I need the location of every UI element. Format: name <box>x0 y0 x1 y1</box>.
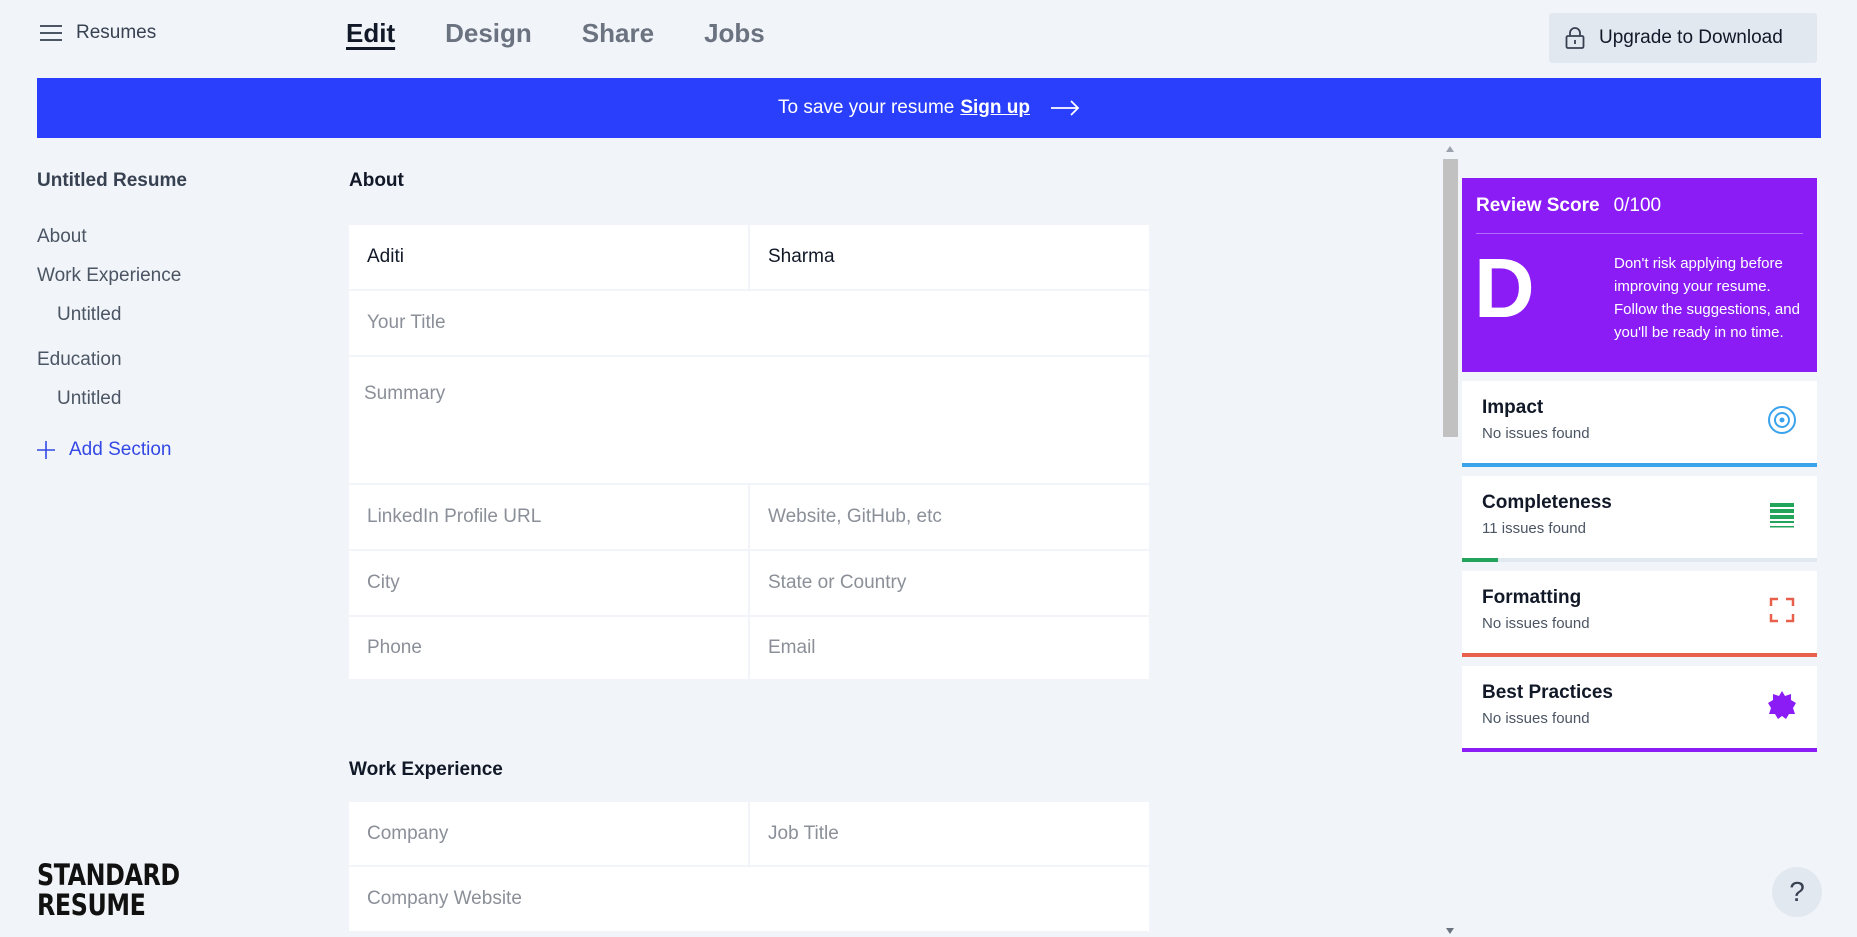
tab-share[interactable]: Share <box>582 18 654 49</box>
progress-fill <box>1462 653 1817 657</box>
website-field[interactable]: Website, GitHub, etc <box>748 485 1149 549</box>
section-nav: Untitled Resume About Work Experience Un… <box>37 170 297 461</box>
tab-edit[interactable]: Edit <box>346 18 395 49</box>
main-tabs: Edit Design Share Jobs <box>346 18 765 49</box>
editor-scrollbar[interactable] <box>1441 143 1459 937</box>
list-icon <box>1770 503 1794 528</box>
banner-text: To save your resume <box>777 97 955 118</box>
about-fields: Aditi Sharma Your Title Summary LinkedIn… <box>349 225 1149 681</box>
lock-icon <box>1565 27 1585 49</box>
review-score-card: Review Score 0/100 D Don't risk applying… <box>1462 178 1817 372</box>
upgrade-to-download-button[interactable]: Upgrade to Download <box>1549 13 1817 63</box>
review-panel: Review Score 0/100 D Don't risk applying… <box>1462 178 1817 752</box>
first-name-field[interactable]: Aditi <box>349 225 748 289</box>
email-field[interactable]: Email <box>748 617 1149 679</box>
job-title-field[interactable]: Job Title <box>748 802 1149 865</box>
best-practices-progress-bar <box>1462 748 1817 752</box>
completeness-progress-bar <box>1462 558 1817 562</box>
nav-item-work-untitled[interactable]: Untitled <box>37 302 297 347</box>
scroll-down-icon[interactable] <box>1446 928 1454 934</box>
progress-fill <box>1462 463 1817 467</box>
add-section-label: Add Section <box>69 439 172 460</box>
upgrade-label: Upgrade to Download <box>1599 27 1783 48</box>
review-score-label: Review Score <box>1476 194 1600 216</box>
help-button[interactable]: ? <box>1772 867 1822 917</box>
top-bar: Resumes Edit Design Share Jobs Upgrade t… <box>0 0 1857 76</box>
summary-field[interactable]: Summary <box>349 357 1149 483</box>
city-field[interactable]: City <box>349 551 748 615</box>
review-message: Don't risk applying before improving you… <box>1614 255 1800 341</box>
hamburger-icon <box>40 25 62 41</box>
metric-impact[interactable]: Impact No issues found <box>1462 381 1817 467</box>
company-website-field[interactable]: Company Website <box>349 867 1149 931</box>
arrow-right-icon[interactable] <box>1050 100 1080 116</box>
work-experience-heading: Work Experience <box>349 759 503 780</box>
nav-item-work-experience[interactable]: Work Experience <box>37 263 297 302</box>
target-icon <box>1768 406 1796 434</box>
review-score-value: 0/100 <box>1613 194 1662 216</box>
signup-link[interactable]: Sign up <box>960 97 1030 119</box>
title-field[interactable]: Your Title <box>349 291 1149 355</box>
last-name-field[interactable]: Sharma <box>748 225 1149 289</box>
state-field[interactable]: State or Country <box>748 551 1149 615</box>
linkedin-field[interactable]: LinkedIn Profile URL <box>349 485 748 549</box>
badge-star-icon <box>1768 691 1796 719</box>
work-fields: Company Job Title Company Website <box>349 802 1149 933</box>
metric-completeness[interactable]: Completeness 11 issues found <box>1462 476 1817 562</box>
nav-item-about[interactable]: About <box>37 224 297 263</box>
tab-jobs[interactable]: Jobs <box>704 18 765 49</box>
about-heading: About <box>349 170 404 191</box>
signup-banner: To save your resume Sign up <box>37 78 1821 138</box>
metric-formatting[interactable]: Formatting No issues found <box>1462 571 1817 657</box>
formatting-progress-bar <box>1462 653 1817 657</box>
nav-item-education[interactable]: Education <box>37 347 297 386</box>
progress-fill <box>1462 558 1498 562</box>
progress-fill <box>1462 748 1817 752</box>
resumes-label: Resumes <box>76 22 157 43</box>
company-field[interactable]: Company <box>349 802 748 865</box>
resume-title[interactable]: Untitled Resume <box>37 170 297 192</box>
add-section-button[interactable]: Add Section <box>37 439 297 461</box>
phone-field[interactable]: Phone <box>349 617 748 679</box>
review-grade: D <box>1474 241 1535 335</box>
resumes-menu-button[interactable]: Resumes <box>40 22 156 44</box>
nav-item-education-untitled[interactable]: Untitled <box>37 386 297 431</box>
impact-progress-bar <box>1462 463 1817 467</box>
scroll-up-icon[interactable] <box>1446 146 1454 152</box>
frame-corners-icon <box>1769 597 1795 623</box>
standard-resume-logo: STANDARD RESUME <box>37 858 180 922</box>
plus-icon <box>37 441 55 459</box>
tab-design[interactable]: Design <box>445 18 532 49</box>
metric-best-practices[interactable]: Best Practices No issues found <box>1462 666 1817 752</box>
scroll-thumb[interactable] <box>1443 159 1458 437</box>
